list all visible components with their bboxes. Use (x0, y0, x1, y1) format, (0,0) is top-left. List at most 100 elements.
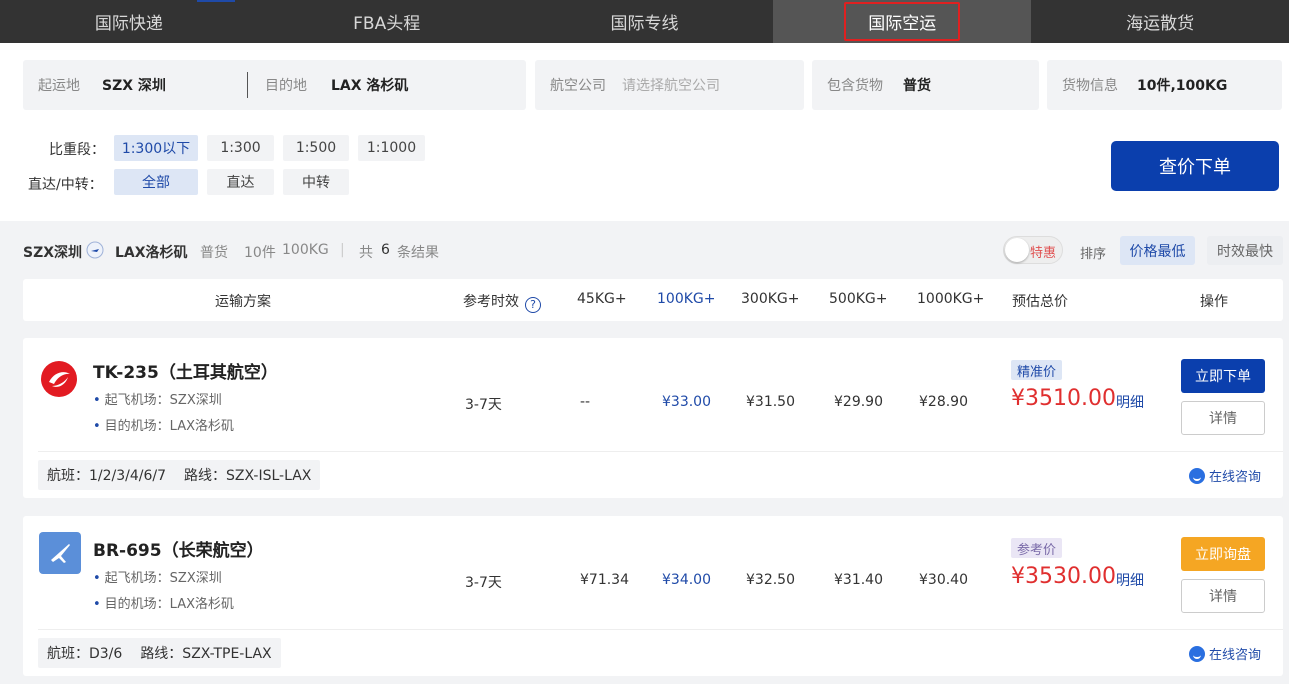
th-plan: 运输方案 (215, 294, 271, 310)
ratio-option-500[interactable]: 1:500 (283, 135, 349, 161)
toggle-knob (1005, 238, 1029, 262)
price-detail-link[interactable]: 明细 (1116, 392, 1144, 412)
airline-select[interactable]: 航空公司 请选择航空公司 (535, 60, 804, 110)
table-header: 运输方案 参考时效? 45KG+ 100KG+ 300KG+ 500KG+ 10… (23, 279, 1283, 321)
goods-label: 包含货物 (827, 78, 883, 94)
airline-placeholder: 请选择航空公司 (622, 78, 720, 94)
transit-option-direct[interactable]: 直达 (207, 169, 274, 195)
price-1000kg: ¥28.90 (919, 394, 968, 410)
price-45kg: ¥71.34 (580, 572, 629, 588)
flight-route: 路线：SZX-TPE-LAX (140, 646, 272, 662)
order-now-button[interactable]: 立即下单 (1181, 359, 1265, 393)
flight-route-info: 航班：D3/6 路线：SZX-TPE-LAX (38, 638, 281, 668)
route-field[interactable]: 起运地 SZX 深圳 目的地 LAX 洛杉矶 (23, 60, 526, 110)
price-100kg: ¥33.00 (662, 394, 711, 410)
transit-time: 3-7天 (465, 397, 502, 413)
nav-marker (197, 0, 235, 2)
th-45kg: 45KG+ (577, 291, 627, 307)
price-1000kg: ¥30.40 (919, 572, 968, 588)
details-button[interactable]: 详情 (1181, 401, 1265, 435)
th-500kg: 500KG+ (829, 291, 888, 307)
chat-smiley-icon (1189, 645, 1205, 662)
summary-weight: 100KG (282, 242, 329, 258)
goods-value: 普货 (903, 78, 931, 94)
turkish-airlines-logo (40, 360, 78, 398)
goods-select[interactable]: 包含货物 普货 (812, 60, 1039, 110)
th-1000kg: 1000KG+ (917, 291, 985, 307)
price-300kg: ¥31.50 (746, 394, 795, 410)
price-100kg: ¥34.00 (662, 572, 711, 588)
tab-fba[interactable]: FBA头程 (258, 0, 516, 43)
transit-time: 3-7天 (465, 575, 502, 591)
price-type-badge: 精准价 (1011, 360, 1063, 380)
details-button[interactable]: 详情 (1181, 579, 1265, 613)
sort-fastest[interactable]: 时效最快 (1207, 236, 1283, 265)
summary-origin: SZX深圳 (23, 245, 83, 261)
price-type-badge: 参考价 (1011, 538, 1063, 558)
transit-option-all[interactable]: 全部 (114, 169, 198, 195)
summary-separator: | (340, 242, 345, 258)
special-offer-label: 特惠 (1030, 246, 1057, 261)
inquiry-now-button[interactable]: 立即询盘 (1181, 537, 1265, 571)
card-divider (38, 451, 1283, 452)
th-total: 预估总价 (1012, 294, 1068, 310)
flight-route-info: 航班：1/2/3/4/6/7 路线：SZX-ISL-LAX (38, 460, 321, 490)
flight-schedule: 航班：D3/6 (47, 646, 123, 662)
top-nav: 国际快递 FBA头程 国际专线 国际空运 海运散货 (0, 0, 1289, 43)
tab-air-freight[interactable]: 国际空运 (773, 0, 1032, 43)
summary-goods: 普货 (200, 245, 228, 261)
summary-total-post: 条结果 (397, 245, 439, 261)
price-detail-link[interactable]: 明细 (1116, 570, 1144, 590)
dest-label: 目的地 (265, 78, 307, 94)
help-icon[interactable]: ? (525, 297, 541, 313)
card-divider (38, 629, 1283, 630)
ratio-option-300[interactable]: 1:300 (207, 135, 274, 161)
route-divider (247, 72, 248, 98)
dest-value[interactable]: LAX 洛杉矶 (331, 75, 408, 95)
th-op: 操作 (1200, 294, 1228, 310)
ratio-option-1000[interactable]: 1:1000 (358, 135, 425, 161)
tab-international-express[interactable]: 国际快递 (0, 0, 258, 43)
plane-icon (39, 532, 81, 574)
tab-international-line[interactable]: 国际专线 (516, 0, 774, 43)
special-offer-toggle[interactable]: 特惠 (1003, 236, 1063, 264)
departure-airport: • 起飞机场：SZX深圳 (93, 571, 222, 586)
price-45kg: -- (580, 394, 591, 410)
transit-label: 直达/中转： (28, 177, 103, 193)
flight-name: TK-235（土耳其航空） (93, 363, 278, 383)
flight-route: 路线：SZX-ISL-LAX (184, 468, 312, 484)
ratio-label: 比重段： (49, 142, 105, 158)
ratio-option-under-300[interactable]: 1:300以下 (114, 135, 198, 161)
arrival-airport: • 目的机场：LAX洛杉矶 (93, 419, 235, 434)
online-consult-link[interactable]: 在线咨询 (1189, 466, 1261, 485)
price-500kg: ¥31.40 (834, 572, 883, 588)
summary-dest: LAX洛杉矶 (115, 245, 188, 261)
airline-label: 航空公司 (550, 78, 606, 94)
arrival-airport: • 目的机场：LAX洛杉矶 (93, 597, 235, 612)
online-consult-link[interactable]: 在线咨询 (1189, 644, 1261, 663)
result-card: TK-235（土耳其航空） • 起飞机场：SZX深圳 • 目的机场：LAX洛杉矶 3… (23, 338, 1283, 498)
origin-value[interactable]: SZX 深圳 (102, 75, 166, 95)
transit-option-transfer[interactable]: 中转 (283, 169, 349, 195)
filter-panel: 起运地 SZX 深圳 目的地 LAX 洛杉矶 航空公司 请选择航空公司 包含货物… (0, 43, 1289, 221)
tab-sea-freight[interactable]: 海运散货 (1031, 0, 1289, 43)
query-order-button[interactable]: 查价下单 (1111, 141, 1279, 191)
th-100kg: 100KG+ (657, 291, 716, 307)
flight-schedule: 航班：1/2/3/4/6/7 (47, 468, 167, 484)
cargo-info-field[interactable]: 货物信息 10件,100KG (1047, 60, 1282, 110)
result-card: BR-695（长荣航空） • 起飞机场：SZX深圳 • 目的机场：LAX洛杉矶 3-… (23, 516, 1283, 676)
th-time: 参考时效? (463, 291, 541, 313)
price-500kg: ¥29.90 (834, 394, 883, 410)
summary-total-count: 6 (381, 242, 390, 258)
total-price: ¥3510.00 (1011, 386, 1116, 411)
flight-name: BR-695（长荣航空） (93, 541, 264, 561)
th-300kg: 300KG+ (741, 291, 800, 307)
price-300kg: ¥32.50 (746, 572, 795, 588)
summary-total-pre: 共 (359, 245, 373, 261)
total-price: ¥3530.00 (1011, 564, 1116, 589)
sort-price-lowest[interactable]: 价格最低 (1120, 236, 1195, 265)
plane-circle-icon (86, 241, 104, 263)
chat-smiley-icon (1189, 467, 1205, 484)
sort-label: 排序 (1080, 247, 1107, 262)
origin-label: 起运地 (38, 78, 80, 94)
